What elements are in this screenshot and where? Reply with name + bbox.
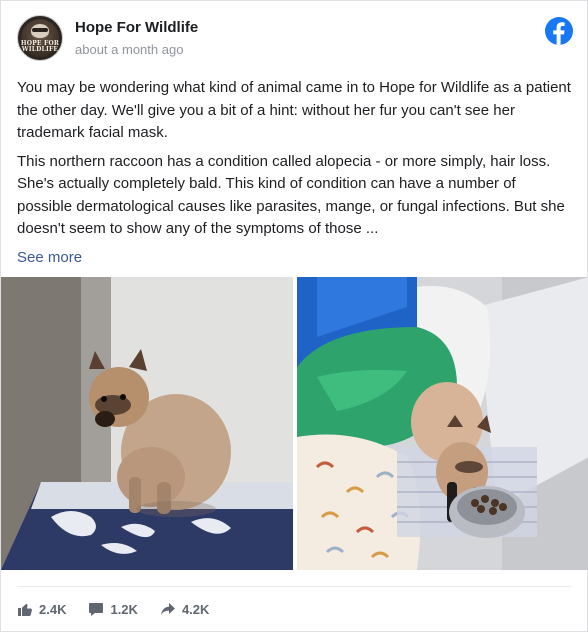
share-button[interactable]: 4.2K (160, 601, 209, 617)
comment-icon (89, 603, 104, 616)
post-paragraph: This northern raccoon has a condition ca… (17, 152, 565, 238)
post-text: You may be wondering what kind of animal… (17, 77, 573, 269)
raccoon-corner-illustration (1, 277, 293, 570)
facebook-post-card: HOPE FOR WILDLIFE Hope For Wildlife abou… (0, 0, 588, 632)
like-button[interactable]: 2.4K (17, 601, 66, 617)
comment-button[interactable]: 1.2K (88, 601, 138, 617)
comment-count: 1.2K (110, 601, 138, 617)
avatar-logo-text: HOPE FOR WILDLIFE (20, 40, 60, 53)
see-more-link[interactable]: See more (17, 247, 573, 270)
engagement-bar: 2.4K 1.2K 4.2K (17, 599, 231, 619)
raccoon-eating-illustration (297, 277, 588, 570)
photo-hairless-raccoon-in-corner[interactable] (1, 277, 293, 570)
post-header: HOPE FOR WILDLIFE Hope For Wildlife abou… (17, 15, 575, 63)
like-count: 2.4K (39, 601, 67, 617)
share-count: 4.2K (181, 601, 210, 617)
thumbs-up-icon (18, 603, 32, 616)
post-timestamp[interactable]: about a month ago (75, 42, 183, 57)
post-paragraph: You may be wondering what kind of animal… (17, 79, 571, 141)
share-arrow-icon (160, 603, 175, 615)
page-avatar[interactable]: HOPE FOR WILDLIFE (17, 15, 63, 61)
photo-hairless-raccoon-eating[interactable] (297, 277, 588, 570)
photo-grid (1, 277, 588, 570)
footer-divider (17, 586, 571, 587)
page-name[interactable]: Hope For Wildlife (75, 19, 198, 36)
facebook-logo-icon[interactable] (545, 17, 573, 45)
